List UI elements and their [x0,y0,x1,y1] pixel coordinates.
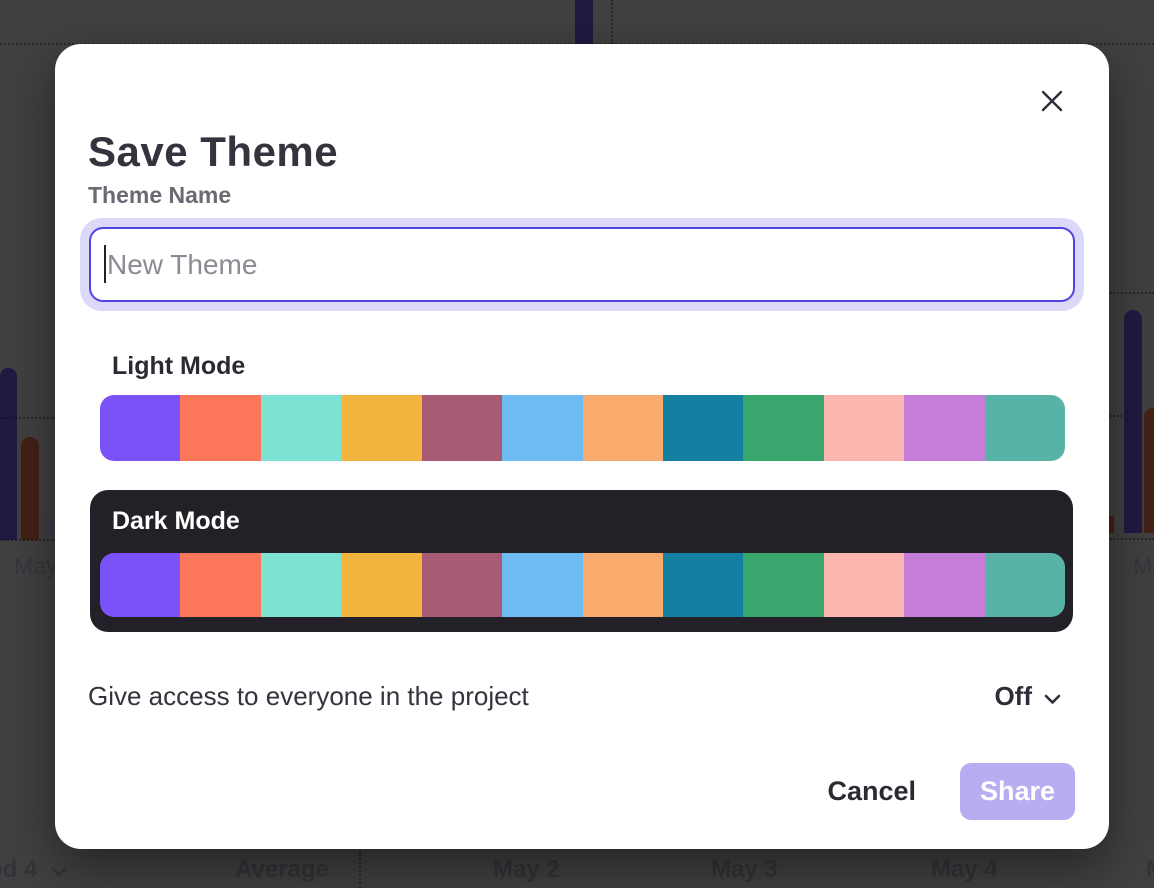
palette-swatch [502,553,582,617]
x-axis-label-right: Ma [1133,553,1154,580]
gridline [0,417,56,419]
chevron-down-icon [51,856,67,884]
palette-swatch [100,553,180,617]
palette-swatch [663,553,743,617]
palette-swatch [663,395,743,461]
palette-swatch [422,395,502,461]
save-theme-dialog: Save Theme Theme Name Light Mode [55,44,1109,849]
x-axis-label-left: May [14,553,57,580]
chart-bar [41,512,54,540]
x-axis-label-partial: M [1146,856,1154,884]
palette-swatch [341,395,421,461]
palette-swatch [985,395,1065,461]
cancel-button[interactable]: Cancel [827,776,916,807]
access-row: Give access to everyone in the project O… [88,678,1061,714]
gridline [1110,538,1154,540]
close-button[interactable] [1039,88,1065,114]
gridline [0,539,56,541]
palette-swatch [743,395,823,461]
palette-swatch [180,395,260,461]
chart-bar [21,437,39,540]
palette-swatch [985,553,1065,617]
close-icon [1039,102,1065,117]
theme-name-label: Theme Name [88,182,231,209]
screen: May Ma od 4 Average May 2 May 3 May 4 M … [0,0,1154,888]
palette-swatch [502,395,582,461]
palette-swatch [100,395,180,461]
palette-swatch [583,553,663,617]
theme-name-input-focus-ring [80,218,1084,311]
palette-swatch [824,553,904,617]
chart-bar [0,368,17,540]
palette-swatch [341,553,421,617]
theme-name-input[interactable] [89,227,1075,302]
access-label: Give access to everyone in the project [88,681,529,712]
x-axis-label-may2: May 2 [493,856,560,884]
gridline [1110,292,1154,294]
x-axis-label-may4: May 4 [931,856,998,884]
access-dropdown[interactable]: Off [994,681,1061,712]
dark-mode-palette [100,553,1065,617]
light-mode-label: Light Mode [112,352,245,381]
gridline [359,851,361,888]
palette-swatch [904,553,984,617]
gridline [611,0,613,44]
palette-swatch [743,553,823,617]
light-mode-palette [100,395,1065,461]
period-dropdown-label: od 4 [0,856,37,883]
dialog-title: Save Theme [88,128,338,176]
chart-bar [1124,310,1142,533]
chevron-down-icon [1044,681,1061,712]
palette-swatch [261,395,341,461]
dark-mode-label: Dark Mode [112,507,240,536]
gridline [1110,415,1122,417]
palette-swatch [824,395,904,461]
period-dropdown: od 4 [0,856,67,884]
x-axis-label-may3: May 3 [711,856,778,884]
share-button[interactable]: Share [960,763,1075,820]
access-dropdown-value: Off [994,681,1032,712]
x-axis-label-average: Average [235,856,329,884]
dark-mode-preview-card: Dark Mode [90,490,1073,632]
palette-swatch [180,553,260,617]
dialog-actions: Cancel Share [827,763,1075,820]
palette-swatch [261,553,341,617]
palette-swatch [904,395,984,461]
text-cursor [104,245,106,283]
chart-bar [1109,516,1114,533]
palette-swatch [422,553,502,617]
chart-bar [575,0,593,44]
palette-swatch [583,395,663,461]
chart-bar [1144,408,1154,533]
